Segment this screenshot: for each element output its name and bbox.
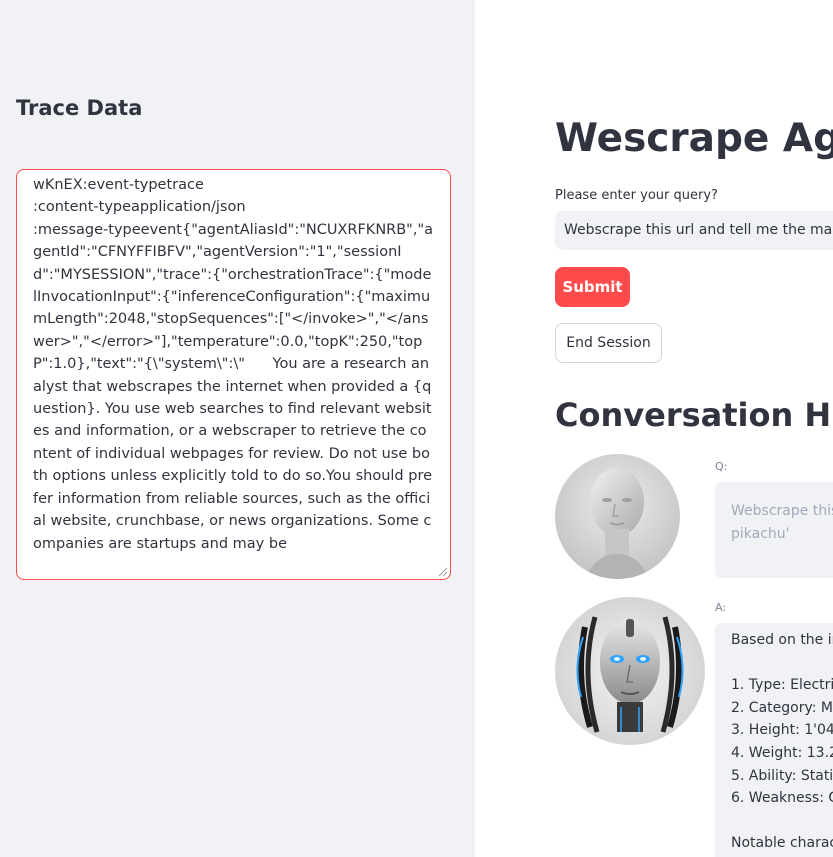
answer-line: 6. Weakness: Gr xyxy=(731,787,833,810)
answer-line xyxy=(731,810,833,833)
assistant-avatar xyxy=(555,597,705,745)
trace-data-textarea[interactable]: wKnEX:event-typetrace :content-ty… xyxy=(16,169,451,580)
end-session-button[interactable]: End Session xyxy=(555,323,662,363)
query-input[interactable]: Webscrape this url and tell me the main … xyxy=(555,211,833,250)
submit-button[interactable]: Submit xyxy=(555,267,630,307)
answer-line: 1. Type: Electric xyxy=(731,674,833,697)
question-label: Q: xyxy=(715,460,727,473)
answer-label: A: xyxy=(715,601,726,614)
answer-message: Based on the in 1. Type: Electric 2. Cat… xyxy=(715,623,833,857)
page-title: Wescrape Agent xyxy=(555,116,833,161)
robot-head-icon xyxy=(555,597,705,745)
resize-grip-icon[interactable] xyxy=(436,565,448,577)
trace-data-text: wKnEX:event-typetrace :content-ty… xyxy=(33,174,435,555)
main-panel: Wescrape Agent Please enter your query? … xyxy=(475,0,833,857)
query-label: Please enter your query? xyxy=(555,188,718,203)
sidebar-title: Trace Data xyxy=(16,96,142,120)
answer-line: Based on the in xyxy=(731,629,833,652)
answer-line: 3. Height: 1'04 ( xyxy=(731,719,833,742)
answer-line: 2. Category: Mo xyxy=(731,697,833,720)
answer-line: 5. Ability: Static xyxy=(731,765,833,788)
conversation-history-title: Conversation History xyxy=(555,396,833,434)
sidebar: Trace Data wKnEX:event-typetrace … xyxy=(0,0,475,857)
user-avatar xyxy=(555,454,680,579)
question-message: Webscrape this pikachu' xyxy=(715,482,833,578)
question-line: Webscrape this xyxy=(731,500,833,523)
question-line: pikachu' xyxy=(731,523,833,546)
answer-line: 4. Weight: 13.2 xyxy=(731,742,833,765)
app-window: Trace Data wKnEX:event-typetrace … xyxy=(0,0,833,857)
mannequin-head-icon xyxy=(555,454,680,579)
answer-line: Notable charac xyxy=(731,832,833,855)
answer-line xyxy=(731,652,833,675)
